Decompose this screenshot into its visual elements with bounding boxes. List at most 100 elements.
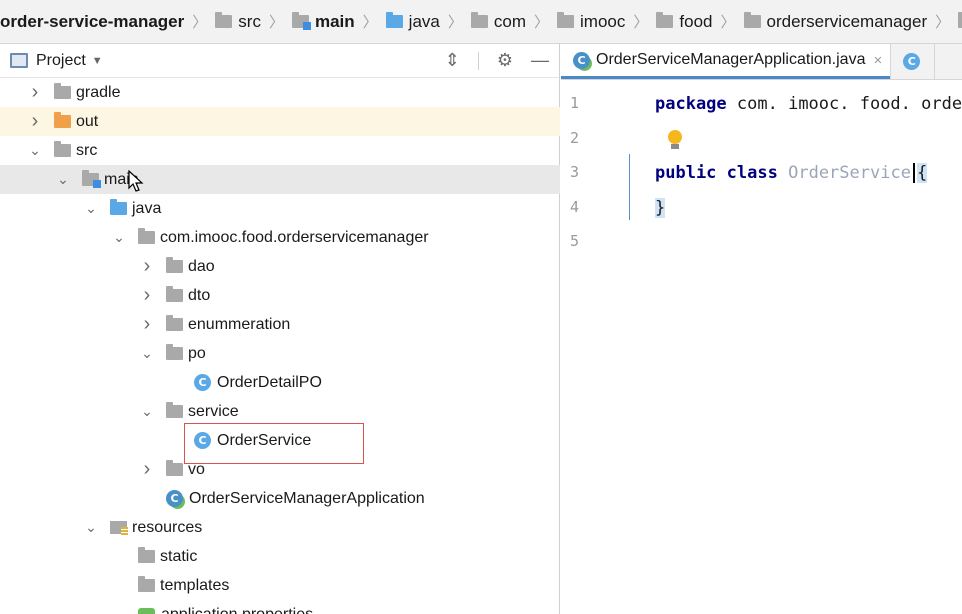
project-tool-window: Project ▼ ⇕ ⚙ — › gradle › out ⌄ src ⌄ main ⌄ jav… <box>0 44 560 614</box>
gear-icon[interactable]: ⚙ <box>497 50 513 71</box>
package-icon <box>166 257 183 273</box>
chevron-down-icon[interactable]: ▼ <box>92 55 103 67</box>
breadcrumb-item[interactable]: ser <box>958 12 962 32</box>
breadcrumb-label: imooc <box>580 11 626 31</box>
breadcrumb: order-service-manager 〉 src 〉 main 〉 java 〉 com 〉… <box>0 0 962 44</box>
tree-node-label: java <box>132 199 162 217</box>
folder-icon <box>138 576 155 592</box>
breadcrumb-separator: 〉 <box>534 14 550 31</box>
tree-node[interactable]: static <box>0 542 560 571</box>
close-tab-icon[interactable]: × <box>873 52 882 69</box>
tree-node[interactable]: › gradle <box>0 78 560 107</box>
tree-node[interactable]: application.properties <box>0 600 560 614</box>
tree-node[interactable]: › enummeration <box>0 310 560 339</box>
tree-node[interactable]: ⌄ main <box>0 165 560 194</box>
editor-tab[interactable]: C OrderServiceManagerApplication.java × <box>561 44 891 79</box>
chevron-right-icon[interactable]: › <box>140 255 154 278</box>
properties-file-icon <box>138 607 155 614</box>
package-name: com. imooc. food. order <box>736 94 962 114</box>
folder-icon <box>138 547 155 563</box>
tree-node[interactable]: ⌄ src <box>0 136 560 165</box>
line-number: 5 <box>570 232 580 250</box>
package-icon <box>557 12 575 28</box>
tree-node[interactable]: › dto <box>0 281 560 310</box>
code-line-1[interactable]: package com. imooc. food. order <box>655 94 962 114</box>
spring-app-class-icon: C <box>166 490 183 507</box>
chevron-right-icon[interactable]: › <box>140 284 154 307</box>
breadcrumb-label: order-service-manager <box>0 11 185 31</box>
breadcrumb-separator: 〉 <box>935 14 951 31</box>
collapse-all-icon[interactable]: ⇕ <box>445 50 460 71</box>
tree-node-label: OrderService <box>217 431 312 449</box>
tree-node[interactable]: ⌄ service <box>0 397 560 426</box>
chevron-down-icon[interactable]: ⌄ <box>56 171 70 188</box>
tree-node-label: com.imooc.food.orderservicemanager <box>160 228 429 246</box>
tree-node[interactable]: › vo <box>0 455 560 484</box>
tree-node[interactable]: ⌄ com.imooc.food.orderservicemanager <box>0 223 560 252</box>
breadcrumb-label: src <box>238 11 261 31</box>
tab-divider <box>934 44 936 79</box>
fold-indicator <box>629 154 630 220</box>
package-icon <box>743 12 761 28</box>
tree-node[interactable]: C OrderServiceManagerApplication <box>0 484 560 513</box>
line-number: 4 <box>570 197 580 216</box>
chevron-down-icon[interactable]: ⌄ <box>84 200 98 217</box>
line-number: 2 <box>570 128 580 147</box>
class-icon: C <box>194 432 211 449</box>
code-line-3[interactable]: public class OrderService{ <box>655 163 928 183</box>
tree-node[interactable]: templates <box>0 571 560 600</box>
tree-node[interactable]: ⌄ resources <box>0 513 560 542</box>
breadcrumb-separator: 〉 <box>633 14 649 31</box>
breadcrumb-item[interactable]: food <box>656 12 712 32</box>
chevron-down-icon[interactable]: ⌄ <box>28 142 42 159</box>
tree-node-label: enummeration <box>188 315 291 333</box>
package-icon <box>166 344 183 360</box>
editor-tab[interactable]: C <box>891 44 934 79</box>
minimize-icon[interactable]: — <box>531 50 549 71</box>
java-folder-icon <box>385 12 403 28</box>
breadcrumb-separator: 〉 <box>362 14 378 31</box>
chevron-down-icon[interactable]: ⌄ <box>140 403 154 420</box>
breadcrumb-item[interactable]: main <box>291 12 355 32</box>
lightbulb-icon[interactable] <box>668 130 682 150</box>
breadcrumb-item[interactable]: orderservicemanager <box>743 11 928 32</box>
project-panel-title[interactable]: Project <box>36 52 86 70</box>
tree-node[interactable]: C OrderDetailPO <box>0 368 560 397</box>
chevron-right-icon[interactable]: › <box>140 458 154 481</box>
code-line-4[interactable]: } <box>655 198 666 218</box>
tree-node[interactable]: ⌄ po <box>0 339 560 368</box>
breadcrumb-label: orderservicemanager <box>766 11 928 31</box>
package-icon <box>470 12 488 28</box>
chevron-down-icon[interactable]: ⌄ <box>84 519 98 536</box>
tree-node-label: resources <box>132 518 203 536</box>
chevron-right-icon[interactable]: › <box>140 313 154 336</box>
breadcrumb-item[interactable]: com <box>470 11 526 32</box>
java-folder-icon <box>110 199 127 215</box>
package-icon <box>166 460 183 476</box>
tree-node[interactable]: › out <box>0 107 560 136</box>
tree-node[interactable]: ⌄ java <box>0 194 560 223</box>
chevron-right-icon[interactable]: › <box>28 81 42 104</box>
breadcrumb-item[interactable]: java <box>385 12 440 32</box>
breadcrumb-label: com <box>493 11 526 31</box>
code-area[interactable]: package com. imooc. food. order public c… <box>631 80 962 614</box>
breadcrumb-item[interactable]: order-service-manager <box>0 12 184 32</box>
breadcrumb-item[interactable]: src <box>215 12 261 32</box>
chevron-down-icon[interactable]: ⌄ <box>140 345 154 362</box>
keyword-package: package <box>655 94 727 114</box>
tree-node[interactable]: › dao <box>0 252 560 281</box>
breadcrumb-item[interactable]: imooc <box>557 12 625 32</box>
code-editor: C OrderServiceManagerApplication.java × C 1… <box>561 44 962 614</box>
class-icon: C <box>194 374 211 391</box>
chevron-down-icon[interactable]: ⌄ <box>112 229 126 246</box>
open-brace: { <box>916 163 928 183</box>
chevron-right-icon[interactable]: › <box>28 110 42 133</box>
breadcrumb-separator: 〉 <box>192 14 208 31</box>
tree-node-label: gradle <box>76 83 121 101</box>
tree-node-label: dto <box>188 286 211 304</box>
source-folder-icon <box>291 12 311 30</box>
keyword-class: class <box>726 163 778 183</box>
line-number: 1 <box>570 94 580 112</box>
tree-node-label: static <box>160 547 198 565</box>
tree-node[interactable]: C OrderService <box>0 426 560 455</box>
